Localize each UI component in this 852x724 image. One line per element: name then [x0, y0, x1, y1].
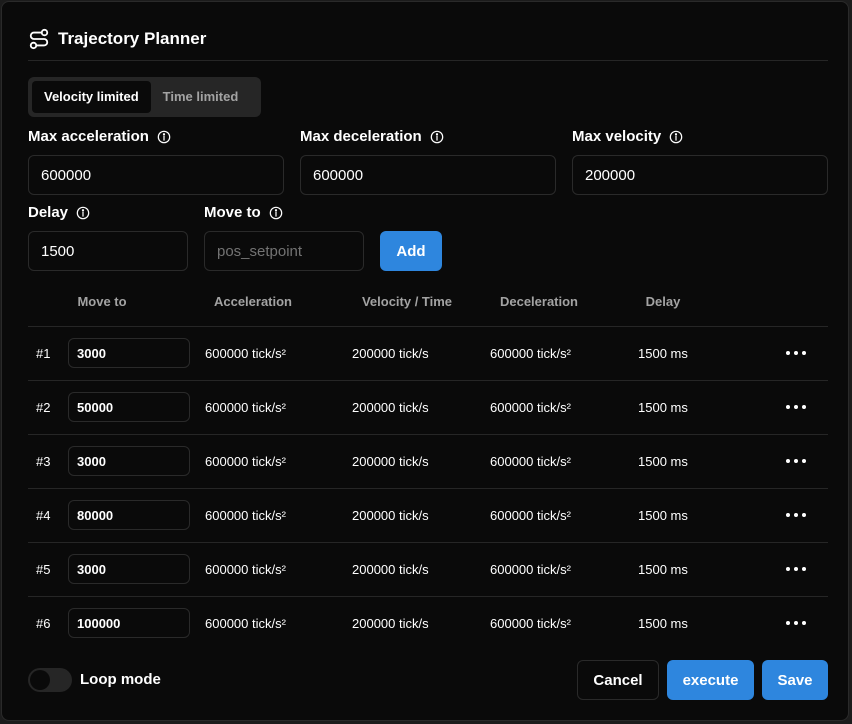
more-options-icon[interactable]: [784, 613, 808, 633]
row-deceleration: 600000 tick/s²: [490, 346, 571, 361]
row-delay: 1500 ms: [638, 454, 688, 469]
max-acceleration-label-group: Max acceleration: [28, 128, 171, 145]
row-acceleration: 600000 tick/s²: [205, 454, 286, 469]
row-velocity: 200000 tick/s: [352, 616, 429, 631]
row-index: #3: [36, 454, 51, 469]
row-move-to-input[interactable]: [68, 608, 190, 638]
max-acceleration-label: Max acceleration: [28, 128, 149, 145]
row-delay: 1500 ms: [638, 562, 688, 577]
trajectory-planner-dialog: Trajectory Planner Velocity limited Time…: [1, 1, 849, 721]
move-to-label: Move to: [204, 204, 261, 221]
delay-label-group: Delay: [28, 204, 90, 221]
more-options-icon[interactable]: [784, 343, 808, 363]
row-velocity: 200000 tick/s: [352, 346, 429, 361]
row-deceleration: 600000 tick/s²: [490, 562, 571, 577]
table-row: #3 600000 tick/s² 200000 tick/s 600000 t…: [28, 435, 828, 489]
row-move-to-input[interactable]: [68, 500, 190, 530]
row-velocity: 200000 tick/s: [352, 400, 429, 415]
row-move-to-input[interactable]: [68, 338, 190, 368]
column-header-velocity-time: Velocity / Time: [361, 294, 453, 309]
info-icon[interactable]: [669, 130, 683, 144]
column-header-delay: Delay: [645, 294, 681, 309]
move-to-label-group: Move to: [204, 204, 283, 221]
row-acceleration: 600000 tick/s²: [205, 508, 286, 523]
info-icon[interactable]: [269, 206, 283, 220]
table-row: #6 600000 tick/s² 200000 tick/s 600000 t…: [28, 597, 828, 650]
info-icon[interactable]: [76, 206, 90, 220]
row-delay: 1500 ms: [638, 508, 688, 523]
max-velocity-input[interactable]: [572, 155, 828, 195]
row-acceleration: 600000 tick/s²: [205, 400, 286, 415]
row-index: #5: [36, 562, 51, 577]
row-deceleration: 600000 tick/s²: [490, 454, 571, 469]
row-delay: 1500 ms: [638, 400, 688, 415]
row-deceleration: 600000 tick/s²: [490, 400, 571, 415]
more-options-icon[interactable]: [784, 559, 808, 579]
table-row: #2 600000 tick/s² 200000 tick/s 600000 t…: [28, 381, 828, 435]
dialog-header: Trajectory Planner: [28, 28, 206, 50]
move-to-input[interactable]: [204, 231, 364, 271]
row-index: #6: [36, 616, 51, 631]
row-velocity: 200000 tick/s: [352, 454, 429, 469]
row-move-to-input[interactable]: [68, 446, 190, 476]
save-button[interactable]: Save: [762, 660, 828, 700]
execute-button[interactable]: execute: [667, 660, 754, 700]
row-velocity: 200000 tick/s: [352, 562, 429, 577]
cancel-button[interactable]: Cancel: [577, 660, 659, 700]
row-move-to-input[interactable]: [68, 554, 190, 584]
route-icon: [28, 28, 50, 50]
mode-tabs: Velocity limited Time limited: [28, 77, 261, 117]
table-header: Move to Acceleration Velocity / Time Dec…: [28, 284, 828, 327]
row-velocity: 200000 tick/s: [352, 508, 429, 523]
more-options-icon[interactable]: [784, 451, 808, 471]
tab-velocity-limited[interactable]: Velocity limited: [32, 81, 151, 113]
moves-table: Move to Acceleration Velocity / Time Dec…: [28, 284, 828, 650]
row-deceleration: 600000 tick/s²: [490, 616, 571, 631]
dialog-title: Trajectory Planner: [58, 29, 207, 48]
delay-label: Delay: [28, 204, 69, 221]
row-move-to-input[interactable]: [68, 392, 190, 422]
table-row: #1 600000 tick/s² 200000 tick/s 600000 t…: [28, 327, 828, 381]
info-icon[interactable]: [157, 130, 171, 144]
row-acceleration: 600000 tick/s²: [205, 346, 286, 361]
column-header-move-to: Move to: [77, 294, 127, 309]
max-deceleration-label-group: Max deceleration: [300, 128, 444, 145]
header-divider: [28, 60, 828, 61]
max-velocity-label-group: Max velocity: [572, 128, 683, 145]
row-index: #2: [36, 400, 51, 415]
row-index: #1: [36, 346, 51, 361]
max-velocity-label: Max velocity: [572, 128, 662, 145]
column-header-deceleration: Deceleration: [499, 294, 579, 309]
add-button[interactable]: Add: [380, 231, 442, 271]
info-icon[interactable]: [430, 130, 444, 144]
row-delay: 1500 ms: [638, 616, 688, 631]
row-index: #4: [36, 508, 51, 523]
more-options-icon[interactable]: [784, 397, 808, 417]
max-acceleration-input[interactable]: [28, 155, 284, 195]
loop-mode-toggle[interactable]: [28, 668, 72, 692]
column-header-acceleration: Acceleration: [213, 294, 293, 309]
table-row: #5 600000 tick/s² 200000 tick/s 600000 t…: [28, 543, 828, 597]
delay-input[interactable]: [28, 231, 188, 271]
row-deceleration: 600000 tick/s²: [490, 508, 571, 523]
row-delay: 1500 ms: [638, 346, 688, 361]
max-deceleration-input[interactable]: [300, 155, 556, 195]
loop-mode-label: Loop mode: [80, 671, 161, 688]
toggle-knob: [30, 670, 50, 690]
table-row: #4 600000 tick/s² 200000 tick/s 600000 t…: [28, 489, 828, 543]
max-deceleration-label: Max deceleration: [300, 128, 422, 145]
row-acceleration: 600000 tick/s²: [205, 616, 286, 631]
row-acceleration: 600000 tick/s²: [205, 562, 286, 577]
more-options-icon[interactable]: [784, 505, 808, 525]
tab-time-limited[interactable]: Time limited: [151, 81, 251, 113]
